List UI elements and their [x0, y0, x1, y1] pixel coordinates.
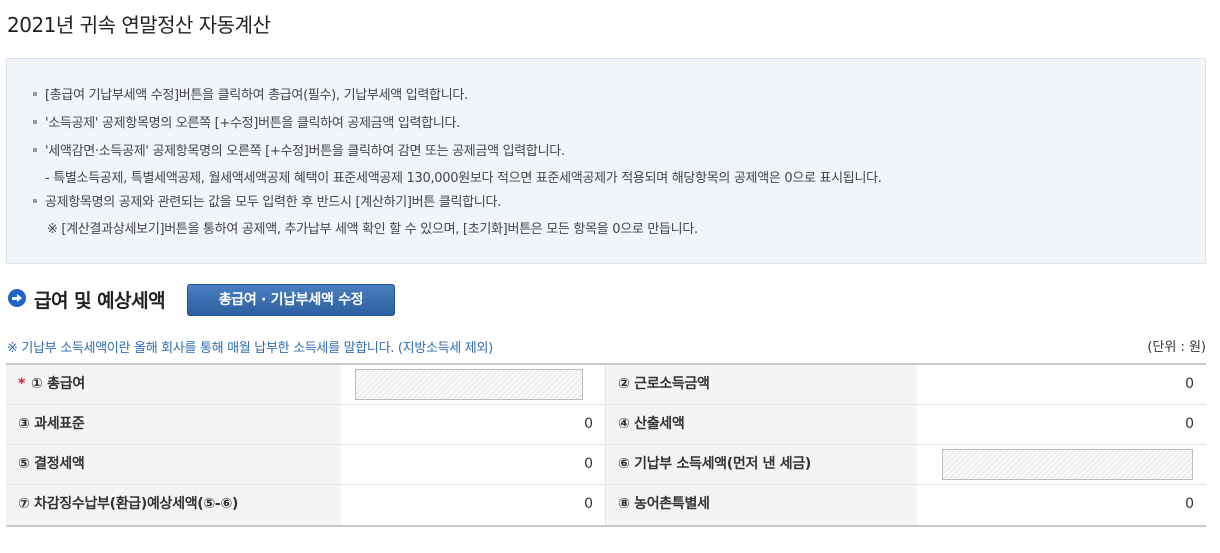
prepaid-tax-label: ⑥ 기납부 소득세액(먼저 낸 세금) [605, 445, 917, 484]
tax-summary-table: * ① 총급여 ② 근로소득금액 0 ③ 과세표준 0 ④ 산출세액 0 ⑤ 결정… [6, 363, 1206, 527]
bullet-icon [33, 199, 37, 203]
tax-base-value: 0 [584, 416, 593, 432]
table-row: ⑤ 결정세액 0 ⑥ 기납부 소득세액(먼저 낸 세금) [6, 445, 1206, 485]
table-row: ⑦ 차감징수납부(환급)예상세액(⑤-⑥) 0 ⑧ 농어촌특별세 0 [6, 485, 1206, 525]
bullet-icon [33, 120, 37, 124]
info-line-6: ※ [계산결과상세보기]버튼을 통하여 공제액, 추가납부 세액 확인 할 수 … [47, 222, 698, 237]
unit-label: (단위 : 원) [1147, 340, 1206, 355]
total-salary-label: * ① 총급여 [6, 365, 341, 404]
total-salary-label-text: ① 총급여 [31, 376, 85, 392]
rural-special-tax-value: 0 [1185, 496, 1194, 512]
calculated-tax-value: 0 [1185, 416, 1194, 432]
arrow-circle-icon [8, 289, 26, 307]
expected-refund-label: ⑦ 차감징수납부(환급)예상세액(⑤-⑥) [6, 485, 341, 525]
info-box: [총급여 기납부세액 수정]버튼을 클릭하여 총급여(필수), 기납부세액 입력… [6, 58, 1206, 264]
page-title: 2021년 귀속 연말정산 자동계산 [7, 13, 271, 37]
section-title: 급여 및 예상세액 [34, 290, 166, 312]
total-salary-input[interactable] [355, 369, 583, 400]
earned-income-value: 0 [1185, 376, 1194, 392]
required-mark: * [18, 376, 26, 392]
rural-special-tax-label: ⑧ 농어촌특별세 [605, 485, 917, 525]
info-line-3: '세액감면·소득공제' 공제항목명의 오른쪽 [+수정]버튼을 클릭하여 감면 … [45, 144, 565, 159]
edit-salary-tax-button[interactable]: 총급여 · 기납부세액 수정 [187, 284, 395, 316]
prepaid-tax-input[interactable] [942, 449, 1193, 480]
table-row: * ① 총급여 ② 근로소득금액 0 [6, 365, 1206, 405]
info-line-4: - 특별소득공제, 특별세액공제, 월세액세액공제 혜택이 표준세액공제 130… [45, 171, 882, 186]
calculated-tax-label: ④ 산출세액 [605, 405, 917, 444]
table-row: ③ 과세표준 0 ④ 산출세액 0 [6, 405, 1206, 445]
info-line-2: '소득공제' 공제항목명의 오른쪽 [+수정]버튼을 클릭하여 공제금액 입력합… [45, 116, 460, 131]
bullet-icon [33, 92, 37, 96]
tax-base-label: ③ 과세표준 [6, 405, 341, 444]
prepaid-tax-value-cell [917, 445, 1206, 484]
info-line-5: 공제항목명의 공제와 관련되는 값을 모두 입력한 후 반드시 [계산하기]버튼… [45, 195, 501, 210]
determined-tax-value: 0 [584, 456, 593, 472]
determined-tax-label: ⑤ 결정세액 [6, 445, 341, 484]
total-salary-value-cell [341, 365, 605, 404]
withholding-note: ※ 기납부 소득세액이란 올해 회사를 통해 매월 납부한 소득세를 말합니다.… [7, 341, 493, 356]
expected-refund-value: 0 [584, 496, 593, 512]
earned-income-label: ② 근로소득금액 [605, 365, 917, 404]
info-line-1: [총급여 기납부세액 수정]버튼을 클릭하여 총급여(필수), 기납부세액 입력… [45, 88, 468, 103]
bullet-icon [33, 148, 37, 152]
